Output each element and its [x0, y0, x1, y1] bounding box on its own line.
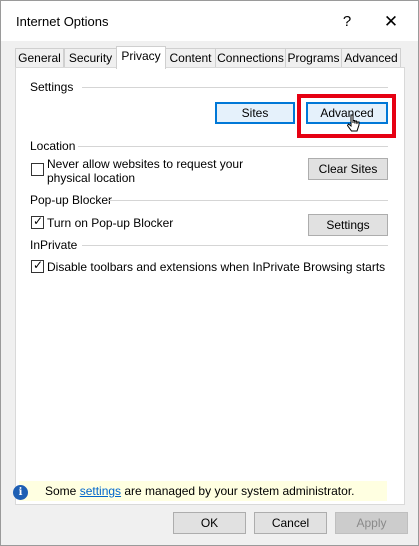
settings-group-label: Settings — [30, 80, 74, 94]
title-bar: Internet Options ? ✕ — [1, 1, 418, 41]
ok-button[interactable]: OK — [173, 512, 246, 534]
info-suffix: are managed by your system administrator… — [121, 484, 355, 498]
location-checkbox-label-line1: Never allow websites to request your — [47, 157, 244, 171]
admin-info-text: Some settings are managed by your system… — [45, 484, 354, 498]
location-checkbox[interactable] — [31, 163, 44, 176]
internet-options-window: Internet Options ? ✕ General Security Pr… — [0, 0, 419, 546]
apply-button[interactable]: Apply — [335, 512, 408, 534]
tab-connections[interactable]: Connections — [215, 48, 286, 68]
location-checkbox-label-line2: physical location — [47, 171, 136, 185]
tab-general[interactable]: General — [15, 48, 64, 68]
location-group-label: Location — [30, 139, 76, 153]
window-title: Internet Options — [16, 14, 109, 29]
help-button[interactable]: ? — [333, 9, 361, 35]
tab-programs[interactable]: Programs — [285, 48, 342, 68]
popup-checkbox-label: Turn on Pop-up Blocker — [47, 216, 174, 230]
location-divider — [78, 146, 388, 147]
close-button[interactable]: ✕ — [375, 9, 407, 35]
cancel-button[interactable]: Cancel — [254, 512, 327, 534]
sites-button[interactable]: Sites — [215, 102, 295, 124]
clear-sites-button[interactable]: Clear Sites — [308, 158, 388, 180]
inprivate-checkbox-label: Disable toolbars and extensions when InP… — [47, 260, 386, 274]
tab-advanced[interactable]: Advanced — [341, 48, 401, 68]
info-prefix: Some — [45, 484, 80, 498]
tab-security[interactable]: Security — [64, 48, 117, 68]
popup-settings-button[interactable]: Settings — [308, 214, 388, 236]
check-mark-icon: ✓ — [33, 258, 44, 272]
tab-strip: General Security Privacy Content Connect… — [15, 46, 405, 69]
mouse-pointer-icon — [347, 114, 360, 132]
tab-content[interactable]: Content — [165, 48, 216, 68]
tab-privacy[interactable]: Privacy — [116, 46, 166, 69]
check-mark-icon: ✓ — [33, 214, 44, 228]
settings-link[interactable]: settings — [80, 484, 121, 498]
inprivate-divider — [82, 245, 388, 246]
popup-checkbox[interactable]: ✓ — [31, 214, 44, 229]
info-icon: i — [13, 485, 28, 500]
settings-divider — [82, 87, 388, 88]
popup-divider — [108, 200, 388, 201]
inprivate-checkbox[interactable]: ✓ — [31, 258, 44, 273]
popup-group-label: Pop-up Blocker — [30, 193, 113, 207]
inprivate-group-label: InPrivate — [30, 238, 78, 252]
